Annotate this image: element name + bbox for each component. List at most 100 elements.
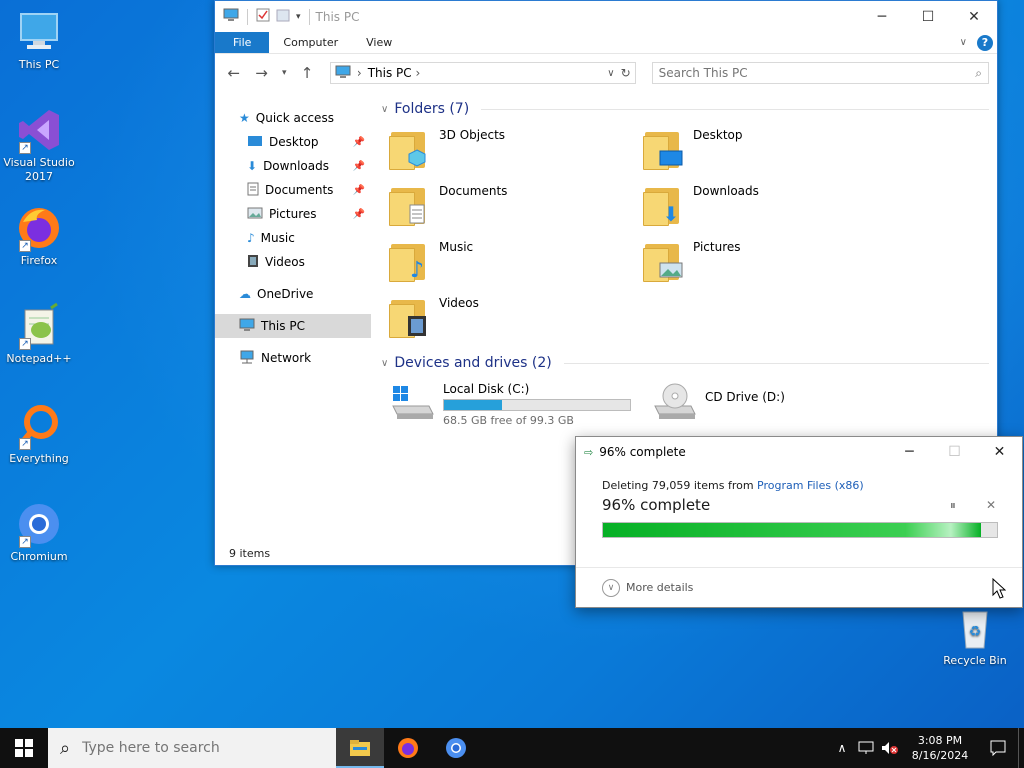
section-title: Folders (7) [394, 101, 470, 117]
cancel-icon[interactable]: ✕ [986, 498, 996, 513]
nav-item-onedrive[interactable]: ☁ OneDrive [215, 282, 371, 306]
pin-icon: 📌 [352, 184, 365, 196]
folder-videos[interactable]: Videos [381, 290, 635, 346]
show-hidden-icons-chevron-icon[interactable]: ∧ [830, 741, 854, 755]
download-arrow-icon: ⬇ [247, 159, 258, 173]
refresh-icon[interactable]: ↻ [621, 66, 631, 80]
folder-desktop[interactable]: Desktop [635, 122, 889, 178]
window-title: This PC [315, 9, 360, 24]
properties-icon[interactable] [256, 8, 270, 25]
nav-item-quick-access[interactable]: ★ Quick access [215, 106, 371, 130]
nav-item-music[interactable]: ♪ Music [215, 226, 371, 250]
desktop-icon-chromium[interactable]: ↗ Chromium [0, 500, 78, 564]
maximize-button[interactable]: ☐ [905, 1, 951, 32]
breadcrumb-this-pc[interactable]: This PC › [368, 66, 602, 80]
dialog-title-bar[interactable]: ⇨ 96% complete ─ ☐ ✕ [576, 437, 1022, 467]
nav-item-documents[interactable]: Documents 📌 [215, 178, 371, 202]
desktop-icon-firefox[interactable]: ↗ Firefox [0, 204, 78, 268]
address-dropdown-chevron-icon[interactable]: ∨ [607, 68, 614, 79]
folder-music[interactable]: ♪ Music [381, 234, 635, 290]
breadcrumb-separator-icon[interactable]: › [357, 66, 362, 80]
desktop-icon-recycle-bin[interactable]: ♻ Recycle Bin [936, 604, 1014, 668]
folder-label: Pictures [693, 240, 741, 254]
folder-label: 3D Objects [439, 128, 506, 142]
action-center-icon[interactable] [978, 740, 1018, 756]
progress-percent-text: 96% complete [602, 496, 711, 514]
taskbar-search-box[interactable]: ⌕ [48, 728, 336, 768]
folder-downloads[interactable]: ⬇ Downloads [635, 178, 889, 234]
drive-cd-d[interactable]: CD Drive (D:) [651, 380, 899, 427]
start-button[interactable] [0, 728, 48, 768]
expand-ribbon-chevron-icon[interactable]: ∨ [960, 37, 967, 48]
title-bar[interactable]: ▾ This PC ─ ☐ ✕ [215, 1, 997, 32]
help-icon[interactable]: ? [977, 34, 993, 51]
minimize-button[interactable]: ─ [887, 437, 932, 467]
delete-progress-dialog: ⇨ 96% complete ─ ☐ ✕ Deleting 79,059 ite… [575, 436, 1023, 608]
desktop-icon-visual-studio[interactable]: ↗ Visual Studio 2017 [0, 106, 78, 184]
nav-item-desktop[interactable]: Desktop 📌 [215, 130, 371, 154]
nav-item-label: Videos [265, 255, 305, 269]
taskbar-search-input[interactable] [82, 740, 303, 756]
search-icon[interactable]: ⌕ [975, 66, 982, 81]
chevron-down-icon: ∨ [602, 578, 620, 597]
music-note-icon: ♪ [247, 231, 255, 245]
source-folder-link[interactable]: Program Files (x86) [757, 479, 864, 492]
taskbar-firefox[interactable] [384, 728, 432, 768]
desktop-icon-everything[interactable]: ↗ Everything [0, 402, 78, 466]
folders-section-header[interactable]: ∨ Folders (7) [381, 96, 997, 122]
system-tray: ∧ 3:08 PM 8/16/2024 [830, 728, 1024, 768]
clock[interactable]: 3:08 PM 8/16/2024 [902, 733, 978, 763]
network-icon[interactable] [854, 741, 878, 755]
dialog-title: 96% complete [599, 445, 686, 459]
back-arrow-icon[interactable]: ← [223, 64, 245, 82]
computer-icon [223, 8, 239, 25]
new-folder-icon[interactable] [276, 8, 290, 25]
more-details-toggle[interactable]: ∨ More details [576, 567, 1022, 607]
network-icon [239, 350, 255, 367]
operation-description: Deleting 79,059 items from Program Files… [602, 479, 996, 492]
nav-item-pictures[interactable]: Pictures 📌 [215, 202, 371, 226]
nav-item-this-pc[interactable]: This PC [215, 314, 371, 338]
desktop-icon-label: Recycle Bin [943, 654, 1007, 667]
tab-view[interactable]: View [352, 32, 406, 53]
forward-arrow-icon[interactable]: → [251, 64, 273, 82]
recent-locations-chevron-icon[interactable]: ▾ [278, 68, 290, 78]
search-box[interactable]: ⌕ [651, 62, 989, 84]
tab-file[interactable]: File [215, 32, 270, 53]
taskbar-file-explorer[interactable] [336, 728, 384, 768]
drives-section-header[interactable]: ∨ Devices and drives (2) [381, 350, 997, 376]
folder-pictures[interactable]: Pictures [635, 234, 889, 290]
close-button[interactable]: ✕ [977, 437, 1022, 467]
address-bar[interactable]: › This PC › ∨ ↻ [329, 62, 636, 84]
file-explorer-icon [350, 740, 370, 756]
up-arrow-icon[interactable]: ↑ [296, 64, 318, 82]
show-desktop-button[interactable] [1018, 728, 1024, 768]
nav-item-label: OneDrive [257, 287, 314, 301]
drive-local-disk-c[interactable]: Local Disk (C:) 68.5 GB free of 99.3 GB [389, 380, 637, 427]
pause-icon[interactable]: ⏸ [950, 498, 956, 513]
desktop-icon-this-pc[interactable]: This PC [0, 8, 78, 72]
desktop-icon-notepad-plus-plus[interactable]: ↗ Notepad++ [0, 302, 78, 366]
folder-3d-objects[interactable]: 3D Objects [381, 122, 635, 178]
nav-item-network[interactable]: Network [215, 346, 371, 370]
taskbar-chromium[interactable] [432, 728, 480, 768]
nav-item-videos[interactable]: Videos [215, 250, 371, 274]
star-icon: ★ [239, 111, 250, 125]
tab-computer[interactable]: Computer [269, 32, 352, 53]
file-operation-icon: ⇨ [584, 445, 594, 459]
customize-toolbar-icon[interactable]: ▾ [296, 12, 301, 22]
pin-icon: 📌 [352, 136, 365, 148]
section-title: Devices and drives (2) [394, 355, 552, 371]
cd-drive-icon [651, 380, 697, 422]
separator [247, 8, 248, 25]
minimize-button[interactable]: ─ [859, 1, 905, 32]
nav-item-downloads[interactable]: ⬇ Downloads 📌 [215, 154, 371, 178]
folder-documents[interactable]: Documents [381, 178, 635, 234]
search-input[interactable] [658, 66, 976, 80]
navigation-pane: ★ Quick access Desktop 📌 ⬇ Downloads 📌 D… [215, 92, 371, 541]
volume-muted-icon[interactable] [878, 741, 902, 755]
recycle-bin-icon: ♻ [951, 604, 999, 652]
nav-item-label: Desktop [269, 135, 319, 149]
close-button[interactable]: ✕ [951, 1, 997, 32]
shortcut-arrow-icon: ↗ [19, 536, 31, 548]
